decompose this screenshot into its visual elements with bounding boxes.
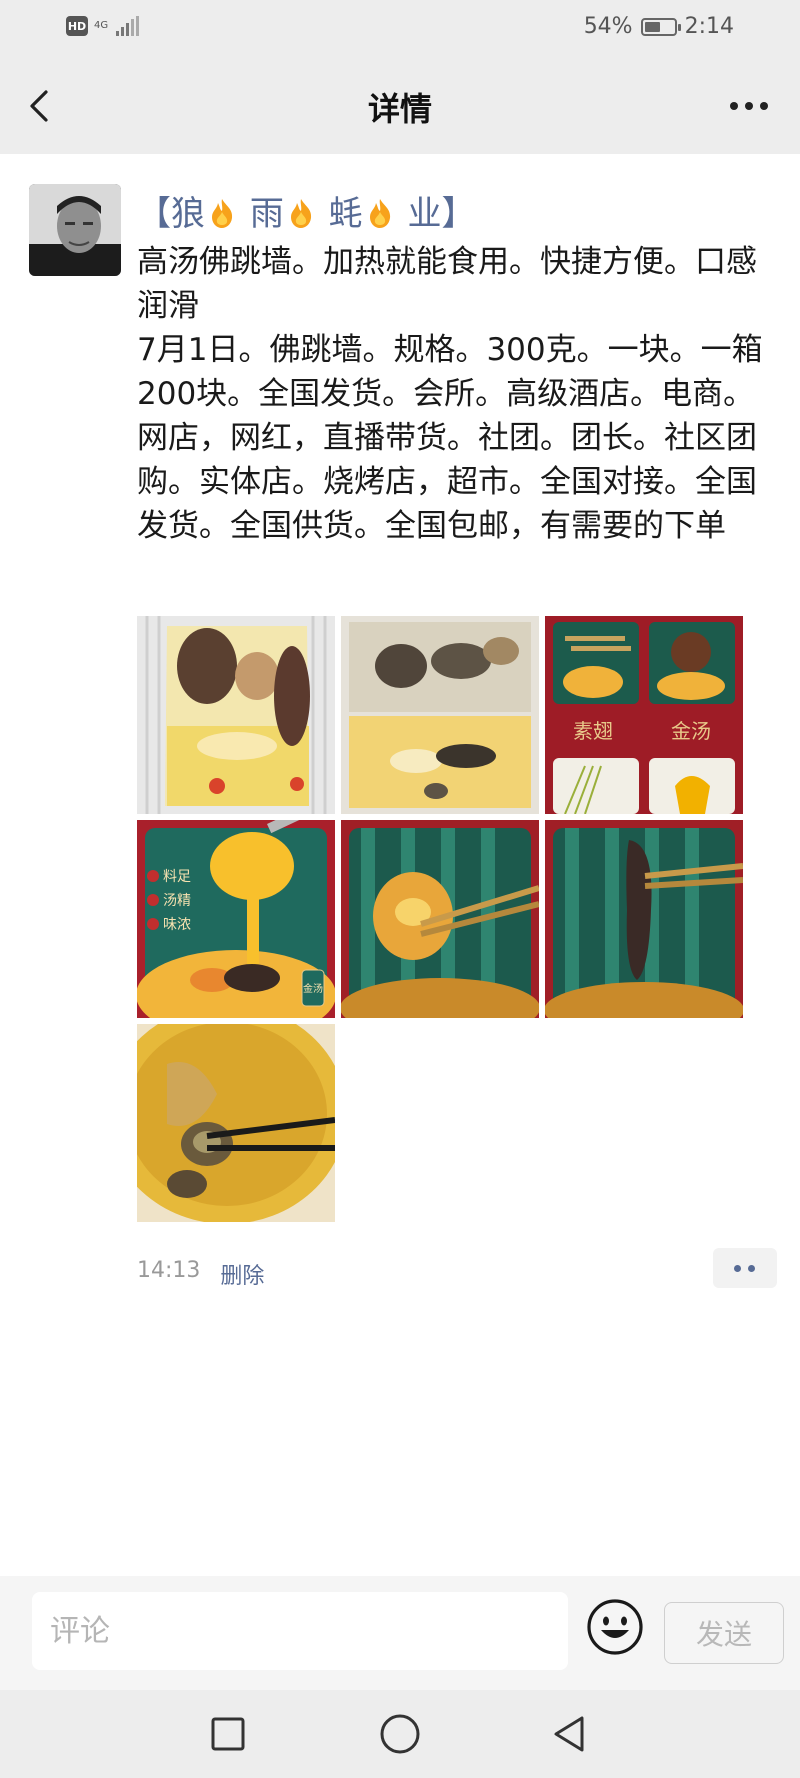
status-bar: HD 4G 54% 2:14 xyxy=(0,0,800,58)
flame-icon xyxy=(366,197,394,238)
avatar-image xyxy=(29,184,121,276)
more-button[interactable] xyxy=(726,92,772,120)
square-icon xyxy=(211,1717,245,1751)
author-bracket-close: 】 xyxy=(441,194,476,234)
battery-icon xyxy=(640,17,681,36)
comment-bar: 发送 xyxy=(0,1576,800,1690)
nav-bar: 详情 xyxy=(0,58,800,154)
avatar[interactable] xyxy=(29,184,121,276)
photo-4-tag-3: 味浓 xyxy=(163,917,191,933)
hd-badge: HD xyxy=(66,16,88,36)
dot-icon xyxy=(748,1265,755,1272)
system-back-button[interactable] xyxy=(548,1712,592,1756)
author-part-4: 业 xyxy=(407,194,442,234)
send-button[interactable]: 发送 xyxy=(664,1602,784,1664)
photo-3[interactable]: 素翅 金汤 xyxy=(545,616,743,814)
triangle-back-icon xyxy=(554,1716,584,1752)
photo-4-tag-1: 料足 xyxy=(163,869,191,885)
comment-input[interactable] xyxy=(32,1592,568,1670)
photo-3-label-right: 金汤 xyxy=(671,719,711,743)
photo-6[interactable] xyxy=(545,820,743,1018)
dot-icon xyxy=(734,1265,741,1272)
status-left: HD 4G xyxy=(66,16,140,36)
photo-4-tag-2: 汤精 xyxy=(163,893,191,909)
network-type: 4G xyxy=(94,20,109,31)
status-right: 54% 2:14 xyxy=(584,14,734,39)
flame-icon xyxy=(208,197,236,238)
photo-5[interactable] xyxy=(341,820,539,1018)
action-menu-button[interactable] xyxy=(713,1248,777,1288)
author-part-2: 雨 xyxy=(249,194,284,234)
system-nav-bar xyxy=(0,1690,800,1778)
post-time: 14:13 xyxy=(137,1258,201,1283)
smiley-icon xyxy=(587,1599,643,1655)
recent-apps-button[interactable] xyxy=(206,1712,250,1756)
photo-4[interactable]: 料足 汤精 味浓 金汤 xyxy=(137,820,335,1018)
photo-2[interactable] xyxy=(341,616,539,814)
author-name[interactable]: 【狼 雨 蚝 业】 xyxy=(137,186,475,238)
delete-link[interactable]: 删除 xyxy=(220,1258,264,1290)
flame-icon xyxy=(287,197,315,238)
signal-icon xyxy=(116,16,140,36)
post-meta: 14:13 删除 xyxy=(137,1258,264,1290)
circle-icon xyxy=(380,1714,420,1754)
photo-3-label-left: 素翅 xyxy=(573,719,613,743)
battery-percent: 54% xyxy=(583,14,633,39)
author-part-1: 狼 xyxy=(171,194,205,234)
post-text: 高汤佛跳墙。加热就能食用。快捷方便。口感润滑 7月1日。佛跳墙。规格。300克。… xyxy=(137,244,763,544)
photo-1[interactable] xyxy=(137,616,335,814)
more-dots-icon xyxy=(730,102,768,110)
author-part-3: 蚝 xyxy=(328,194,363,234)
photo-4-badge: 金汤 xyxy=(303,982,323,995)
photo-7[interactable] xyxy=(137,1024,335,1222)
page-title: 详情 xyxy=(367,90,432,128)
author-bracket-open: 【 xyxy=(137,194,171,234)
emoji-button[interactable] xyxy=(586,1598,644,1656)
home-button[interactable] xyxy=(378,1712,422,1756)
clock: 2:14 xyxy=(684,14,734,39)
